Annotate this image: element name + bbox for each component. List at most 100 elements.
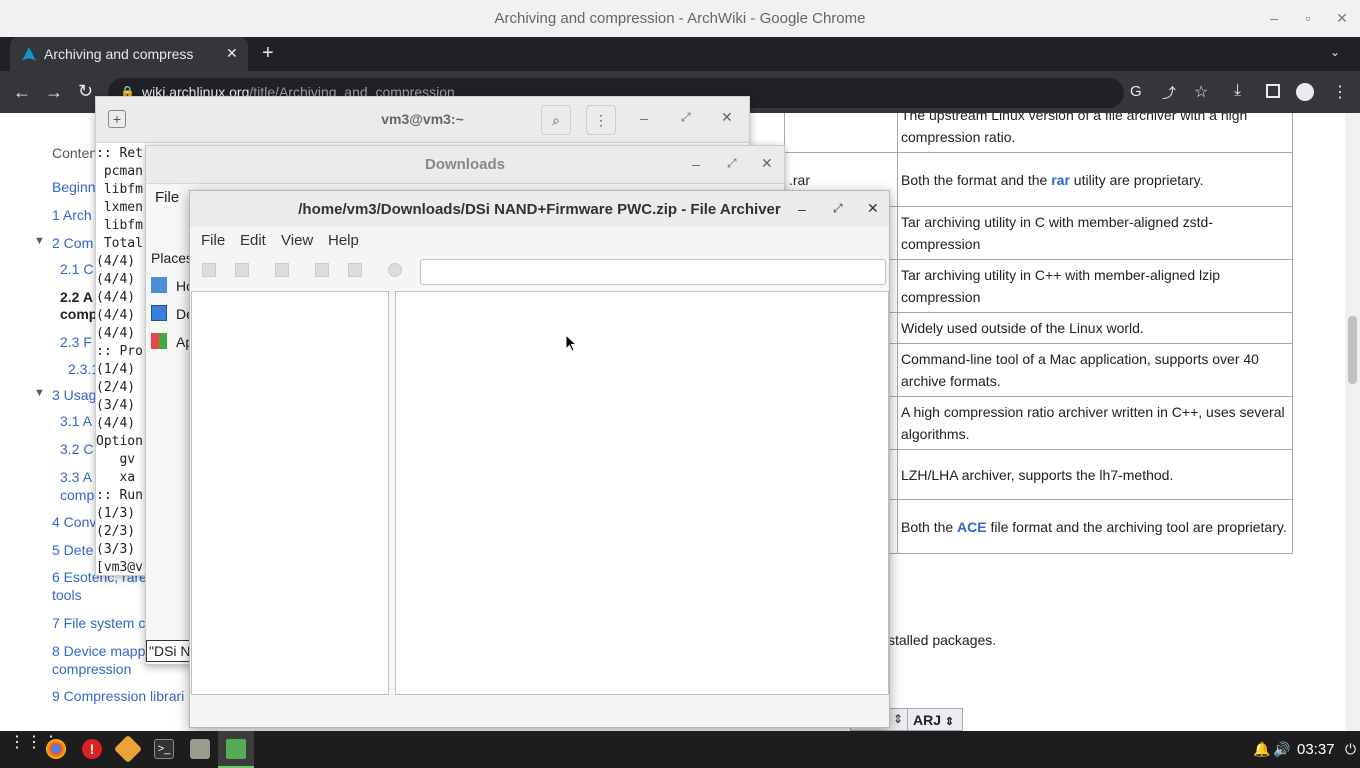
add-files-icon[interactable] xyxy=(315,263,329,277)
toc-item[interactable]: 5 Dete xyxy=(52,542,93,558)
files-taskbar-icon[interactable] xyxy=(190,739,210,759)
scrollbar-thumb[interactable] xyxy=(1348,316,1357,384)
reload-icon[interactable]: ↻ xyxy=(78,81,93,102)
tab-title: Archiving and compression xyxy=(44,46,194,62)
table-cell: A high compression ratio archiver writte… xyxy=(897,396,1293,450)
chrome-menu-icon[interactable]: ⋮ xyxy=(1332,82,1348,102)
menu-view[interactable]: View xyxy=(281,232,313,249)
page-scrollbar[interactable] xyxy=(1345,113,1360,731)
volume-icon[interactable]: 🔊 xyxy=(1273,741,1290,758)
tab-search-chevron-icon[interactable]: ⌄ xyxy=(1330,45,1340,59)
terminal-line: xa xyxy=(96,470,136,485)
table-cell: Both the ACE file format and the archivi… xyxy=(897,499,1293,554)
cell-text: Both the format and the xyxy=(901,171,1052,188)
toc-item[interactable]: 3.1 A xyxy=(60,413,92,429)
notification-bell-icon[interactable]: 🔔 xyxy=(1253,741,1270,758)
chrome-taskbar-icon[interactable] xyxy=(46,739,66,759)
close-button[interactable]: ✕ xyxy=(1334,10,1350,26)
clock: 03:37 xyxy=(1297,741,1335,758)
toc-item[interactable]: 2.1 C xyxy=(60,261,93,277)
toc-item[interactable]: 4 Conv xyxy=(52,514,96,530)
terminal-header: + vm3@vm3:~ ⌕ ⋮ xyxy=(96,97,749,143)
menu-icon[interactable]: ⋮ xyxy=(586,105,616,135)
share-icon[interactable]: ⤴ xyxy=(1162,83,1176,103)
new-archive-icon[interactable] xyxy=(202,263,216,277)
profile-avatar-icon[interactable] xyxy=(1296,83,1314,101)
stop-icon[interactable] xyxy=(388,263,402,277)
toc-item[interactable]: 3.3 A xyxy=(60,469,92,485)
toc-item[interactable]: 2 Com xyxy=(52,235,93,251)
maximize-icon[interactable]: ⤢ xyxy=(833,201,843,216)
file-archiver-title: /home/vm3/Downloads/DSi NAND+Firmware PW… xyxy=(298,201,781,218)
toc-item[interactable]: comp xyxy=(60,487,94,503)
close-icon[interactable]: ✕ xyxy=(867,200,879,217)
open-archive-icon[interactable] xyxy=(235,263,249,277)
toc-item[interactable]: 3 Usag xyxy=(52,387,96,403)
extract-icon[interactable] xyxy=(275,263,289,277)
toc-heading: Conten xyxy=(52,145,98,161)
terminal-line: Total xyxy=(96,236,143,251)
installed-packages-text: stalled packages. xyxy=(888,632,997,648)
minimize-icon[interactable]: – xyxy=(798,201,806,217)
arj-column-header[interactable]: ARJ ⇕ xyxy=(907,708,963,731)
terminal-close-icon[interactable]: ✕ xyxy=(721,109,733,126)
downloads-maximize-icon[interactable]: ⤢ xyxy=(727,156,737,171)
window-title-bar: Archiving and compression - ArchWiki - G… xyxy=(0,0,1360,37)
toc-item-active[interactable]: comp xyxy=(60,306,97,322)
add-folder-icon[interactable] xyxy=(348,263,362,277)
side-panel-icon[interactable] xyxy=(1266,84,1280,98)
table-cell: Tar archiving utility in C with member-a… xyxy=(897,206,1293,260)
toc-item[interactable]: 3.2 C xyxy=(60,441,93,457)
toc-item-active[interactable]: 2.2 A xyxy=(60,289,93,305)
terminal-minimize-icon[interactable]: – xyxy=(640,110,648,126)
downloads-close-icon[interactable]: ✕ xyxy=(761,155,773,172)
table-cell: Widely used outside of the Linux world. xyxy=(897,312,1293,344)
wiki-link[interactable]: ACE xyxy=(957,519,987,535)
downloads-minimize-icon[interactable]: – xyxy=(692,156,700,172)
power-icon[interactable]: ⏻ xyxy=(1345,741,1356,758)
bookmark-star-icon[interactable]: ☆ xyxy=(1194,82,1208,102)
places-label: Places xyxy=(151,250,194,266)
back-icon[interactable]: ← xyxy=(13,82,31,103)
folder-tree-pane[interactable] xyxy=(191,291,389,695)
menu-help[interactable]: Help xyxy=(328,232,359,249)
search-icon[interactable]: ⌕ xyxy=(541,105,571,135)
toc-item[interactable]: 9 Compression librari xyxy=(52,688,184,704)
toc-item[interactable]: 1 Arch xyxy=(52,207,92,223)
terminal-line: (1/4) xyxy=(96,362,136,377)
active-task[interactable] xyxy=(218,731,254,768)
new-tab-icon[interactable]: + xyxy=(262,42,274,65)
file-archiver-window[interactable]: /home/vm3/Downloads/DSi NAND+Firmware PW… xyxy=(189,190,890,728)
toc-collapse-icon[interactable]: ▼ xyxy=(34,387,45,399)
zip-taskbar-icon xyxy=(226,739,246,759)
toc-collapse-icon[interactable]: ▼ xyxy=(34,235,45,247)
toc-item[interactable]: 7 File system c xyxy=(52,615,145,631)
toc-item[interactable]: 2.3 F xyxy=(60,334,92,350)
browser-tab[interactable]: Archiving and compression ✕ xyxy=(10,37,248,71)
toc-item[interactable]: tools xyxy=(52,587,82,603)
minimize-button[interactable]: – xyxy=(1266,10,1282,26)
toc-item[interactable]: 8 Device mapp xyxy=(52,643,145,659)
file-list-pane[interactable] xyxy=(395,291,889,695)
menu-file[interactable]: File xyxy=(201,232,225,249)
terminal-line: (3/4) xyxy=(96,398,136,413)
maximize-button[interactable]: ▫ xyxy=(1300,10,1316,26)
location-input[interactable] xyxy=(420,259,886,285)
table-cell: The upstream Linux version of a file arc… xyxy=(897,113,1293,153)
terminal-maximize-icon[interactable]: ⤢ xyxy=(681,110,691,125)
toc-item[interactable]: compression xyxy=(52,661,131,677)
wiki-link[interactable]: rar xyxy=(1051,172,1070,188)
terminal-taskbar-icon[interactable]: >_ xyxy=(154,739,174,759)
tab-close-icon[interactable]: ✕ xyxy=(226,45,238,62)
file-menu[interactable]: File xyxy=(155,189,179,206)
terminal-line: pcman xyxy=(96,164,143,179)
download-icon[interactable]: ⤓ xyxy=(1234,82,1241,100)
forward-icon[interactable]: → xyxy=(45,82,63,103)
google-icon[interactable]: G xyxy=(1130,83,1142,100)
alert-taskbar-icon[interactable]: ! xyxy=(82,739,102,759)
terminal-line: :: Pro xyxy=(96,344,143,359)
window-title: Archiving and compression - ArchWiki - G… xyxy=(494,10,866,27)
cell-text: utility are proprietary. xyxy=(1069,171,1204,188)
toc-item[interactable]: Beginn xyxy=(52,179,96,195)
menu-edit[interactable]: Edit xyxy=(240,232,266,249)
